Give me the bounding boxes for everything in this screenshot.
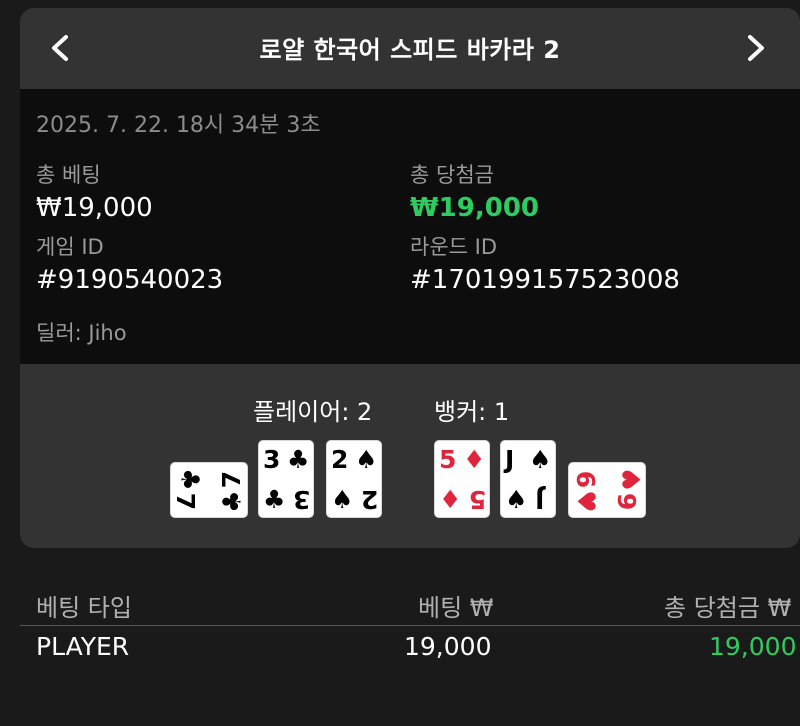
game-id-label: 게임 ID (36, 235, 104, 259)
spade-icon: ♠ (331, 485, 354, 514)
round-detail-card: 로얄 한국어 스피드 바카라 2 2025. 7. 22. 18시 34분 3초… (20, 8, 800, 548)
dealer-name: 딜러: Jiho (36, 321, 127, 345)
banker-card-1: 5 ♦ ♦ 5 (434, 440, 490, 518)
row-bet-type: PLAYER (36, 632, 130, 661)
card-rank: 3 (263, 445, 281, 474)
diamond-icon: ♦ (439, 485, 462, 514)
banker-hand-label: 뱅커: 1 (434, 398, 510, 426)
card-rank: 5 (469, 485, 487, 514)
player-card-2: 3 ♣ ♣ 3 (258, 440, 314, 518)
diamond-icon: ♦ (463, 445, 486, 474)
spade-icon: ♠ (505, 485, 528, 514)
row-bet-amount: 19,000 (404, 632, 492, 661)
next-round-button[interactable] (738, 28, 774, 68)
player-card-3: 2 ♠ ♠ 2 (326, 440, 382, 518)
total-bet-value: ₩19,000 (36, 193, 153, 223)
card-rank: 6 (571, 470, 601, 489)
card-rank: 7 (171, 492, 201, 511)
bet-amount-header: 베팅 ₩ (418, 594, 494, 622)
spade-icon: ♠ (355, 445, 378, 474)
club-icon: ♣ (287, 445, 310, 474)
round-id-label: 라운드 ID (410, 235, 497, 259)
card-rank: 6 (613, 492, 643, 511)
game-title: 로얄 한국어 스피드 바카라 2 (259, 36, 561, 64)
spade-icon: ♠ (529, 445, 552, 474)
total-win-label: 총 당첨금 (410, 163, 494, 187)
bet-type-header: 베팅 타입 (36, 594, 132, 622)
round-id-value: #170199157523008 (410, 265, 680, 295)
banker-card-2: J ♠ ♠ J (500, 440, 556, 518)
player-hand-label: 플레이어: 2 (253, 398, 373, 426)
card-rank: J (535, 485, 545, 514)
card-rank: 5 (439, 445, 457, 474)
club-icon: ♣ (175, 468, 205, 491)
club-icon: ♣ (263, 485, 286, 514)
round-timestamp: 2025. 7. 22. 18시 34분 3초 (36, 113, 321, 138)
round-header: 로얄 한국어 스피드 바카라 2 (20, 8, 800, 89)
table-divider (20, 625, 800, 626)
heart-icon: ♥ (617, 468, 647, 491)
banker-card-3: ♥ 6 ♥ 6 (568, 462, 647, 518)
card-rank: 7 (217, 470, 247, 489)
card-rank: 2 (331, 445, 349, 474)
cards-area: 플레이어: 2 뱅커: 1 7 ♣ 7 ♣ 3 ♣ ♣ 3 2 ♠ ♠ 2 5 … (20, 364, 800, 548)
total-bet-label: 총 베팅 (36, 163, 101, 187)
row-total-win: 19,000 (709, 632, 797, 661)
round-info: 2025. 7. 22. 18시 34분 3초 총 베팅 ₩19,000 총 당… (20, 89, 800, 364)
total-win-header: 총 당첨금 ₩ (664, 594, 792, 622)
card-rank: J (505, 445, 515, 474)
chevron-right-icon (748, 35, 764, 61)
heart-icon: ♥ (571, 490, 601, 513)
game-id-value: #9190540023 (36, 265, 224, 295)
total-win-value: ₩19,000 (410, 193, 540, 223)
card-rank: 3 (293, 485, 311, 514)
player-card-1: 7 ♣ 7 ♣ (170, 462, 248, 518)
card-rank: 2 (361, 485, 379, 514)
club-icon: ♣ (217, 490, 247, 513)
